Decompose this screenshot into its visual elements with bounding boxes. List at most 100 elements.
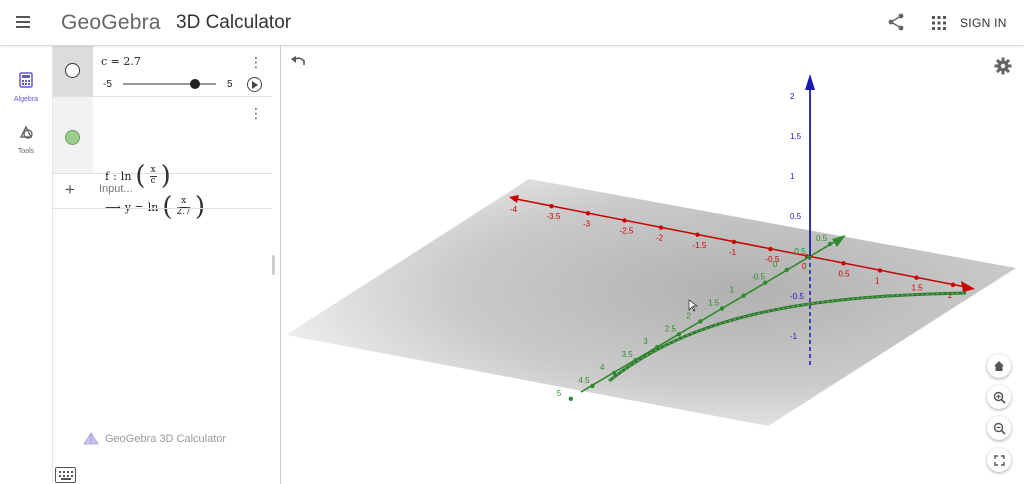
axis-tick-label: 1.5 bbox=[790, 132, 802, 141]
xy-plane bbox=[286, 179, 1016, 426]
axis-tick-label: -0.5 bbox=[751, 273, 765, 282]
rail-item-label: Tools bbox=[17, 148, 35, 155]
slider-definition[interactable]: c = 2.7 bbox=[101, 55, 141, 68]
axis-tick-dot bbox=[950, 282, 956, 287]
graphics-3d-view[interactable]: -4 -3.5 -3 -2.5 -2 -1.5 -1 -0.5 0 0.5 1 1.5 2 0.5 0.5… bbox=[281, 46, 1024, 484]
play-icon[interactable] bbox=[247, 77, 262, 92]
marble-cell bbox=[53, 97, 93, 173]
z-axis-arrow bbox=[805, 74, 815, 90]
plus-icon[interactable]: + bbox=[65, 180, 75, 200]
rail-item-algebra[interactable]: Algebra bbox=[0, 72, 52, 103]
axis-tick-label: 1 bbox=[790, 172, 795, 181]
apps-grid-icon[interactable] bbox=[931, 15, 947, 31]
perspective-rail: Algebra Tools bbox=[0, 46, 52, 484]
axis-tick-label: 2 bbox=[790, 92, 795, 101]
axis-tick-label: 0.5 bbox=[790, 212, 802, 221]
app-header: GeoGebra 3D Calculator SIGN IN bbox=[0, 0, 1024, 46]
app-title: 3D Calculator bbox=[176, 12, 292, 33]
axis-tick-label: 1 bbox=[730, 286, 735, 295]
axis-tick-label: 1.5 bbox=[708, 299, 720, 308]
axis-tick-label: 0 bbox=[773, 260, 778, 269]
keyboard-icon[interactable] bbox=[55, 467, 76, 483]
sign-in-button[interactable]: SIGN IN bbox=[960, 16, 1007, 30]
rail-item-label: Algebra bbox=[13, 96, 39, 103]
axis-tick-dot bbox=[590, 383, 595, 389]
axis-tick-dot bbox=[622, 218, 627, 223]
axis-tick-dot bbox=[695, 232, 700, 237]
axis-tick-label: 1 bbox=[875, 277, 880, 286]
axis-tick-label: 2 bbox=[686, 311, 691, 320]
axis-tick-label: 0.5 bbox=[816, 234, 828, 243]
home-view-button[interactable] bbox=[987, 354, 1011, 378]
zoom-in-button[interactable] bbox=[987, 385, 1011, 409]
calculator-icon bbox=[19, 72, 33, 88]
axis-tick-label: 3 bbox=[643, 337, 648, 346]
tools-icon bbox=[19, 125, 33, 139]
axis-tick-dot bbox=[827, 241, 833, 247]
axis-tick-label: -3.5 bbox=[547, 212, 561, 221]
axis-tick-label: 3.5 bbox=[622, 350, 634, 359]
axis-tick-dot bbox=[512, 196, 518, 202]
home-icon bbox=[994, 361, 1004, 371]
axis-tick-dot bbox=[877, 268, 883, 273]
axis-tick-label: -2.5 bbox=[620, 226, 634, 235]
slider-max: 5 bbox=[227, 79, 233, 90]
algebra-input[interactable] bbox=[99, 183, 259, 195]
zoom-out-button[interactable] bbox=[987, 416, 1011, 440]
fullscreen-button[interactable] bbox=[987, 448, 1011, 472]
undo-icon[interactable] bbox=[289, 54, 307, 70]
axis-tick-dot bbox=[549, 203, 554, 209]
panel-resize-handle[interactable] bbox=[272, 255, 275, 275]
axis-tick-dot bbox=[585, 211, 591, 216]
slider-min: -5 bbox=[103, 79, 112, 90]
marble-cell bbox=[53, 46, 93, 96]
axis-tick-label: -1 bbox=[790, 332, 798, 341]
axis-tick-label: 5 bbox=[557, 389, 562, 398]
marble-cell: + bbox=[53, 174, 93, 208]
axis-tick-dot bbox=[676, 332, 681, 337]
axis-tick-dot bbox=[741, 293, 746, 298]
more-options-icon[interactable]: ⋮ bbox=[249, 55, 263, 69]
slider-thumb[interactable] bbox=[189, 79, 200, 89]
menu-icon[interactable] bbox=[14, 13, 36, 33]
3d-scene[interactable]: -4 -3.5 -3 -2.5 -2 -1.5 -1 -0.5 0 0.5 1 1.5 2 0.5 0.5… bbox=[281, 46, 1024, 484]
axis-tick-label: 4 bbox=[600, 363, 605, 372]
gear-icon[interactable] bbox=[994, 57, 1012, 75]
axis-tick-dot bbox=[731, 239, 737, 245]
rail-item-tools[interactable]: Tools bbox=[0, 124, 52, 155]
axis-tick-label: -1.5 bbox=[693, 241, 707, 250]
visibility-toggle[interactable] bbox=[65, 130, 80, 145]
axis-tick-dot bbox=[784, 267, 789, 272]
algebra-row-function[interactable]: f : ln ( x c ) ⋮ ⟶ y = ln ( x 2.7 ) bbox=[53, 97, 272, 220]
more-options-icon[interactable]: ⋮ bbox=[249, 106, 263, 120]
algebra-row-slider[interactable]: c = 2.7 ⋮ -5 5 bbox=[53, 46, 272, 97]
axis-tick-dot bbox=[719, 306, 725, 311]
axis-tick-dot bbox=[841, 261, 846, 266]
algebra-view: c = 2.7 ⋮ -5 5 f : ln ( x c ) ⋮ ⟶ y = ln bbox=[52, 46, 281, 484]
axis-tick-dot bbox=[568, 396, 573, 401]
algebra-row-input[interactable]: + bbox=[53, 174, 272, 209]
visibility-toggle[interactable] bbox=[65, 63, 80, 78]
axis-tick-label: 0.5 bbox=[794, 247, 806, 256]
geogebra-3d-logo-icon bbox=[83, 432, 99, 445]
axis-tick-label: -1 bbox=[729, 248, 737, 257]
share-icon[interactable] bbox=[886, 12, 906, 32]
axis-tick-dot bbox=[698, 319, 703, 324]
zoom-out-icon bbox=[993, 422, 1006, 435]
axis-tick-label: 4.5 bbox=[578, 376, 590, 385]
axis-tick-label: 0 bbox=[802, 262, 807, 271]
axis-tick-label: 1.5 bbox=[912, 284, 924, 293]
axis-tick-dot bbox=[914, 275, 919, 280]
axis-tick-label: 0.5 bbox=[839, 269, 851, 278]
app-watermark: GeoGebra 3D Calculator bbox=[83, 432, 226, 446]
brand-logo: GeoGebra bbox=[61, 11, 161, 34]
axis-tick-label: 2.5 bbox=[665, 324, 677, 333]
axis-tick-label: -3 bbox=[583, 219, 591, 228]
zoom-in-icon bbox=[993, 391, 1006, 404]
slider-track[interactable] bbox=[123, 79, 216, 89]
axis-tick-label: -0.5 bbox=[790, 292, 804, 301]
axis-tick-label: -4 bbox=[510, 205, 518, 214]
axis-tick-label: -2 bbox=[656, 234, 664, 243]
axis-tick-dot bbox=[658, 225, 664, 230]
fullscreen-icon bbox=[993, 454, 1005, 466]
